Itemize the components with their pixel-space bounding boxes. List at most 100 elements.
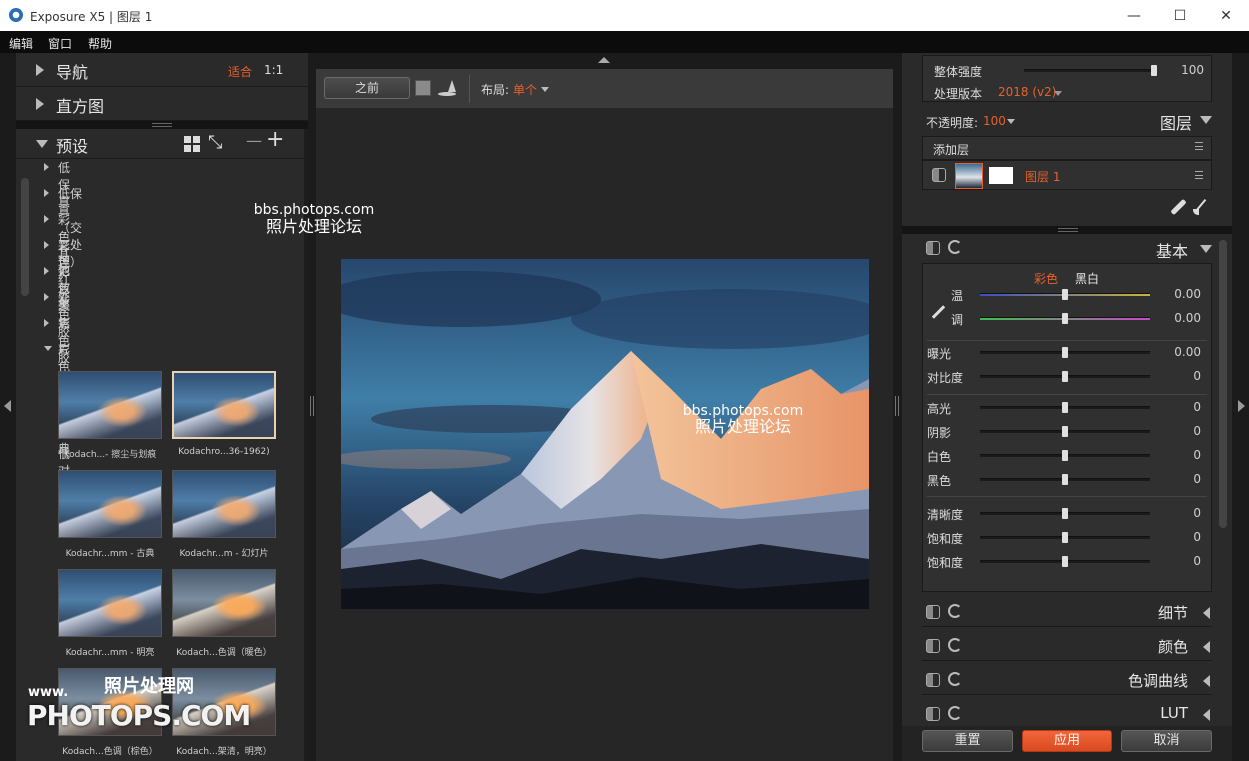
slider-thumb[interactable]	[1062, 508, 1068, 519]
adjustments-scrollbar[interactable]	[1219, 240, 1227, 528]
slider-thumb[interactable]	[1062, 289, 1068, 300]
slider-thumb[interactable]	[1062, 556, 1068, 567]
color-tab[interactable]: 彩色	[1034, 270, 1058, 287]
reset-button[interactable]: 重置	[922, 730, 1013, 752]
presets-header[interactable]: 预设 ⤡ — +	[16, 127, 308, 159]
bw-tab[interactable]: 黑白	[1075, 270, 1099, 287]
menu-edit[interactable]: 编辑	[9, 35, 33, 52]
brush-icon[interactable]	[1192, 198, 1208, 215]
fit-zoom-button[interactable]: 适合	[228, 63, 252, 80]
maximize-button[interactable]: ☐	[1157, 0, 1203, 31]
compare-view-icon[interactable]	[415, 80, 431, 96]
toolbar-divider	[469, 75, 470, 103]
layer-mask-thumbnail[interactable]	[989, 167, 1013, 184]
preset-thumbnail[interactable]	[172, 470, 276, 538]
remove-preset-button[interactable]: —	[246, 131, 262, 150]
menu-help[interactable]: 帮助	[88, 35, 112, 52]
slider-thumb[interactable]	[1062, 313, 1068, 324]
lut-reset-icon[interactable]	[948, 706, 962, 720]
collapse-arrow-icon[interactable]	[1200, 116, 1212, 124]
layout-dropdown[interactable]: 单个	[513, 81, 537, 98]
divider	[927, 394, 1207, 395]
flag-icon[interactable]	[438, 80, 456, 96]
watermark-net: 照片处理网	[104, 676, 194, 697]
slider-thumb[interactable]	[1062, 402, 1068, 413]
slider-label: 阴影	[927, 426, 952, 440]
slider-thumb[interactable]	[1062, 426, 1068, 437]
overall-box: 整体强度 100 处理版本 2018 (v2)	[922, 55, 1212, 102]
basic-enable-toggle-icon[interactable]	[926, 241, 940, 255]
add-preset-button[interactable]: +	[266, 127, 284, 152]
preset-thumbnail[interactable]	[58, 371, 162, 439]
layer-thumbnail[interactable]	[955, 163, 983, 189]
menu-icon[interactable]	[1195, 142, 1203, 150]
intensity-slider-thumb[interactable]	[1151, 65, 1157, 76]
tone-curve-reset-icon[interactable]	[948, 672, 962, 686]
chevron-down-icon[interactable]	[1007, 119, 1015, 124]
slider-thumb[interactable]	[1062, 532, 1068, 543]
slider-thumb[interactable]	[1062, 450, 1068, 461]
navigator-header[interactable]: 导航 适合 1:1	[16, 53, 308, 87]
basic-reset-icon[interactable]	[948, 240, 962, 254]
color-panel-header[interactable]: 颜色	[922, 631, 1212, 661]
lut-enable-toggle-icon[interactable]	[926, 707, 940, 721]
expand-arrow-icon[interactable]	[1203, 607, 1210, 619]
version-dropdown[interactable]: 2018 (v2)	[998, 85, 1056, 99]
panel-splitter[interactable]	[902, 226, 1232, 234]
collapse-all-icon[interactable]: ⤡	[208, 132, 222, 153]
color-enable-toggle-icon[interactable]	[926, 639, 940, 653]
menu-window[interactable]: 窗口	[48, 35, 72, 52]
actual-size-button[interactable]: 1:1	[264, 63, 283, 77]
detail-enable-toggle-icon[interactable]	[926, 605, 940, 619]
right-splitter-grip-icon[interactable]	[895, 396, 899, 416]
histogram-header[interactable]: 直方图	[16, 87, 308, 121]
preset-thumbnail[interactable]	[172, 569, 276, 637]
tone-curve-panel-header[interactable]: 色调曲线	[922, 665, 1212, 695]
apply-button[interactable]: 应用	[1022, 730, 1112, 752]
collapse-top-panel-icon[interactable]	[598, 57, 610, 63]
slider-value: 0.00	[1174, 287, 1201, 301]
left-splitter-grip-icon[interactable]	[310, 396, 314, 416]
preset-thumbnail[interactable]	[58, 569, 162, 637]
before-button[interactable]: 之前	[324, 77, 410, 99]
chevron-down-icon[interactable]	[1054, 91, 1062, 96]
grid-view-icon[interactable]	[184, 136, 200, 152]
basic-header[interactable]: 基本	[922, 236, 1212, 262]
preset-name: Kodach...色调（暖色）	[176, 648, 272, 658]
menu-icon[interactable]	[1195, 171, 1203, 179]
opacity-dropdown[interactable]: 100	[983, 114, 1006, 128]
preset-name: Kodach...色调（棕色）	[62, 747, 158, 757]
intensity-label: 整体强度	[934, 65, 983, 79]
expand-arrow-icon	[36, 64, 44, 76]
cancel-button[interactable]: 取消	[1121, 730, 1212, 752]
add-layer-row[interactable]: 添加层	[922, 136, 1212, 160]
detail-panel-header[interactable]: 细节	[922, 597, 1212, 627]
slider-thumb[interactable]	[1062, 474, 1068, 485]
layer-visibility-toggle-icon[interactable]	[932, 168, 946, 182]
chevron-down-icon[interactable]	[541, 87, 549, 92]
preset-thumbnail[interactable]	[58, 470, 162, 538]
layer-row[interactable]: 图层 1	[922, 160, 1212, 190]
presets-scrollbar[interactable]	[21, 178, 29, 296]
collapse-arrow-icon[interactable]	[1200, 245, 1212, 253]
expand-arrow-icon[interactable]	[1203, 641, 1210, 653]
close-button[interactable]: ✕	[1203, 0, 1249, 31]
expand-arrow-icon[interactable]	[1203, 675, 1210, 687]
slider-thumb[interactable]	[1062, 371, 1068, 382]
collapse-left-panel-icon[interactable]	[4, 400, 11, 412]
collapse-right-panel-icon[interactable]	[1238, 400, 1245, 412]
detail-reset-icon[interactable]	[948, 604, 962, 618]
lut-panel-header[interactable]: LUT	[922, 699, 1212, 729]
panel-splitter[interactable]	[16, 121, 308, 129]
slider-thumb[interactable]	[1062, 347, 1068, 358]
minimize-button[interactable]: —	[1111, 0, 1157, 31]
layer-name[interactable]: 图层 1	[1025, 168, 1060, 185]
color-reset-icon[interactable]	[948, 638, 962, 652]
preset-thumbnail-selected[interactable]	[172, 371, 276, 439]
slider-label: 饱和度	[927, 556, 964, 570]
eyedropper-icon[interactable]	[931, 305, 946, 320]
intensity-slider[interactable]	[1024, 69, 1154, 72]
expand-arrow-icon[interactable]	[1203, 709, 1210, 721]
eraser-icon[interactable]	[1170, 198, 1187, 216]
tone-curve-enable-toggle-icon[interactable]	[926, 673, 940, 687]
